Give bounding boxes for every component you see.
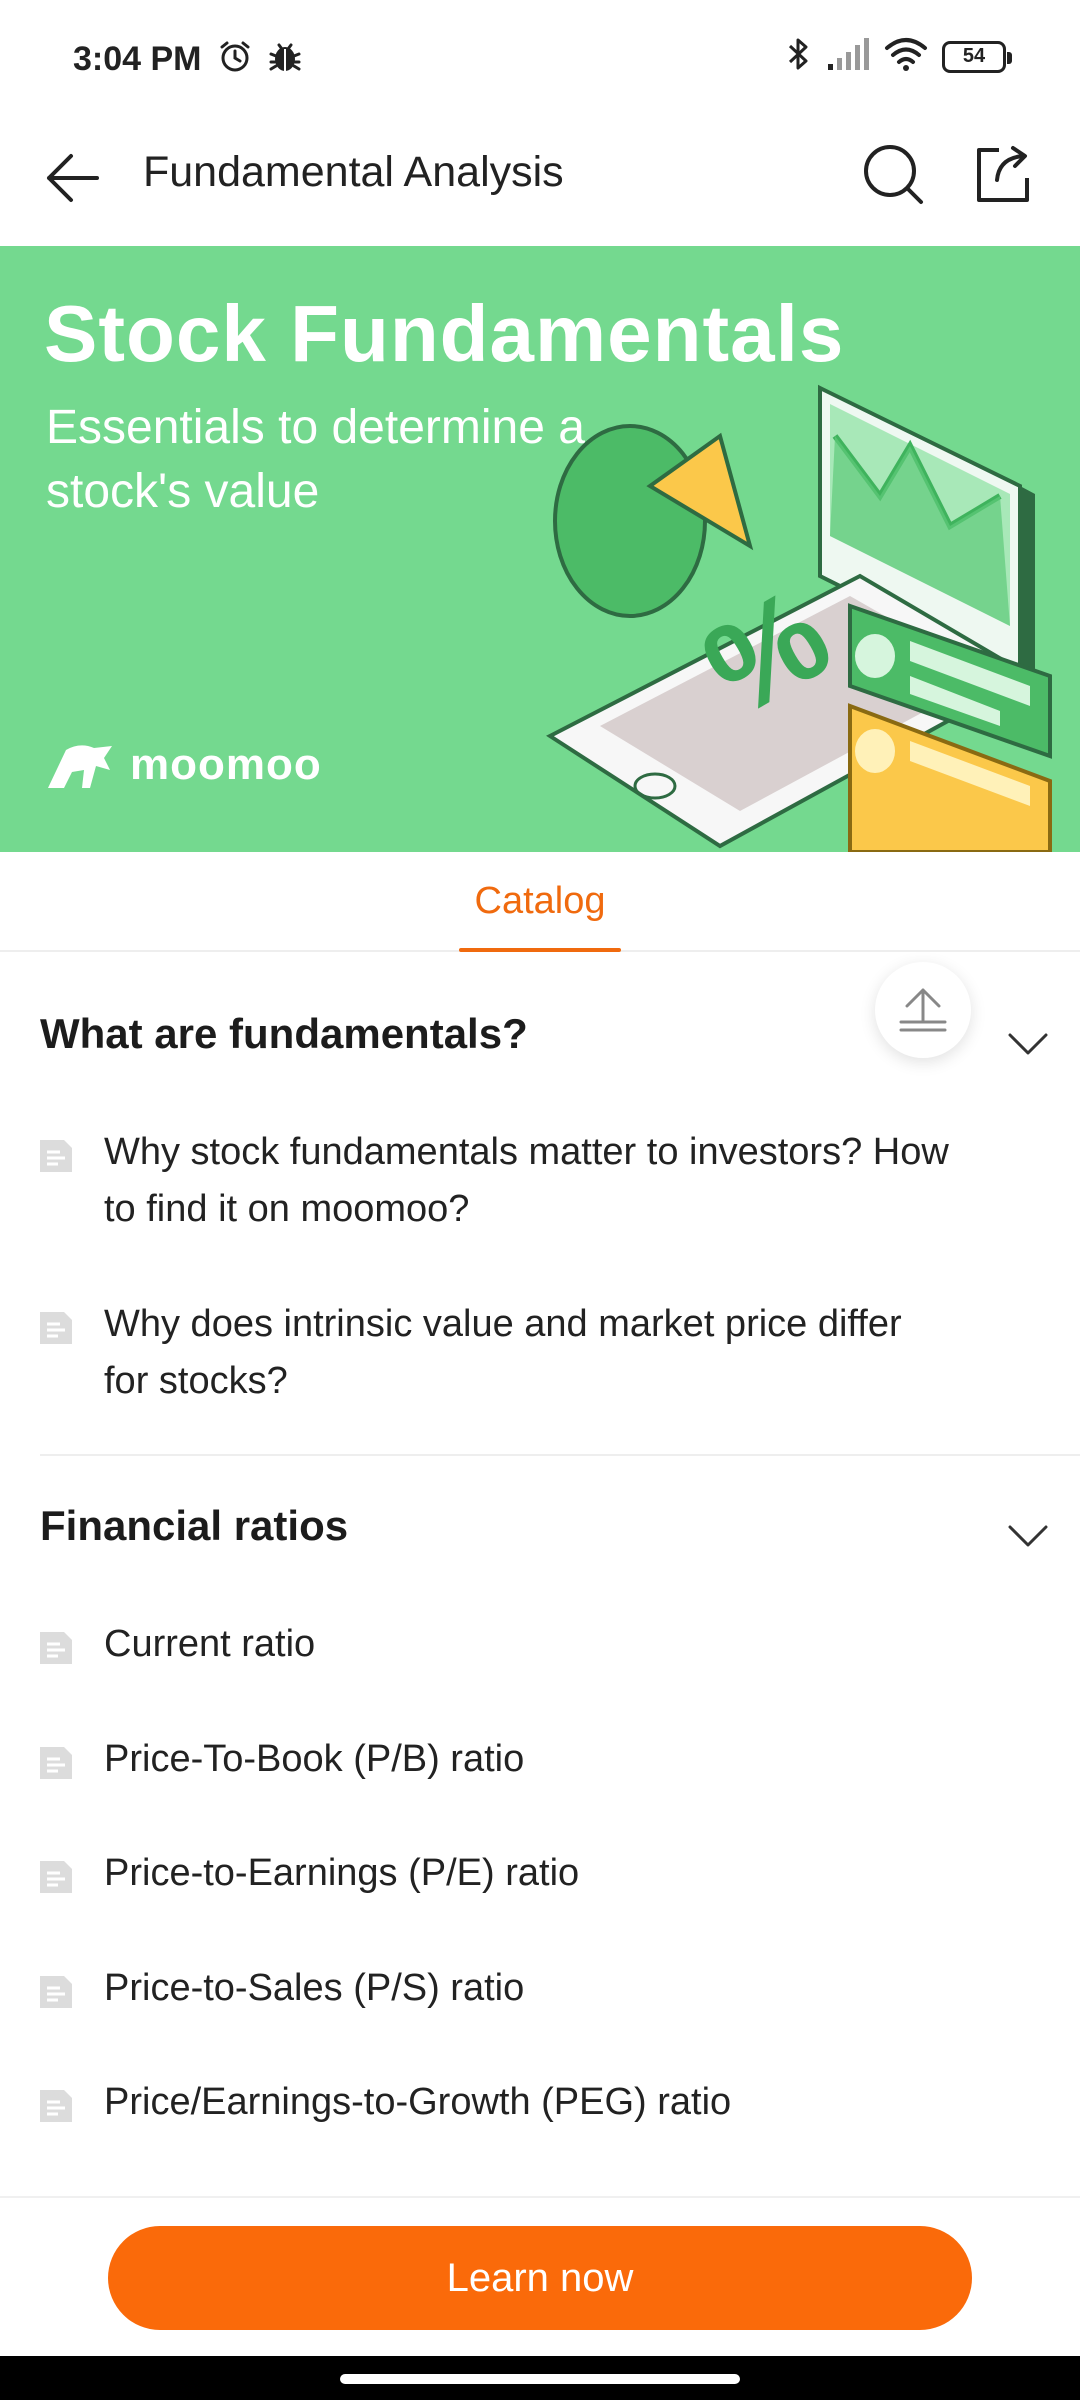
tab-bar: Catalog — [0, 852, 1080, 952]
list-item-label: Current ratio — [104, 1623, 316, 1665]
learn-now-button[interactable]: Learn now — [108, 2226, 972, 2330]
page-title: Fundamental Analysis — [143, 148, 564, 196]
section-toggle-financial-ratios[interactable] — [1000, 1516, 1056, 1556]
home-gesture-handle[interactable] — [340, 2374, 740, 2384]
moomoo-logo: moomoo — [44, 740, 322, 790]
back-arrow-icon — [47, 154, 99, 202]
search-button[interactable] — [858, 134, 928, 214]
alarm-icon — [216, 38, 254, 81]
wifi-icon — [884, 36, 928, 77]
hero-banner: Stock Fundamentals Essentials to determi… — [0, 246, 1080, 852]
section-toggle-what-are-fundamentals[interactable] — [1000, 1024, 1056, 1064]
tab-active-indicator — [459, 948, 621, 952]
bluetooth-icon — [784, 34, 812, 79]
nav-header: Fundamental Analysis — [0, 118, 1080, 246]
moomoo-bull-icon — [48, 745, 112, 788]
status-left-icons — [216, 38, 304, 81]
brand-name: moomoo — [130, 740, 322, 789]
battery-level: 54 — [962, 45, 986, 67]
document-icon — [40, 1632, 72, 1664]
banner-title: Stock Fundamentals — [44, 289, 845, 378]
bug-icon — [266, 38, 304, 81]
list-item-label: Price/Earnings-to-Growth (PEG) ratio — [104, 2081, 732, 2123]
search-icon — [864, 145, 923, 204]
list-item-label: Why stock fundamentals matter to investo… — [104, 1131, 949, 1230]
banner-subtitle: Essentials to determine a stock's value — [46, 401, 585, 518]
back-button[interactable] — [40, 138, 104, 218]
bottom-action-bar: Learn now — [0, 2196, 1080, 2356]
system-navigation-bar — [0, 2356, 1080, 2400]
document-icon — [40, 2090, 72, 2122]
battery-icon: 54 — [942, 40, 1012, 73]
status-bar: 3:04 PM 54 — [0, 0, 1080, 118]
document-icon — [40, 1861, 72, 1893]
list-item-label: Price-To-Book (P/B) ratio — [104, 1738, 525, 1780]
share-icon — [977, 146, 1029, 202]
chevron-down-icon — [1008, 1525, 1048, 1547]
status-right-icons: 54 — [784, 34, 1012, 79]
document-icon — [40, 1140, 72, 1172]
finance-illustration: % — [546, 384, 1052, 852]
section-divider — [40, 1454, 1080, 1456]
tab-catalog-label: Catalog — [474, 880, 606, 922]
list-item-label: Price-to-Sales (P/S) ratio — [104, 1967, 525, 2009]
document-icon — [40, 1976, 72, 2008]
scroll-to-top-button[interactable] — [875, 962, 971, 1058]
list-item-label: Why does intrinsic value and market pric… — [104, 1303, 902, 1402]
share-button[interactable] — [968, 134, 1038, 214]
document-icon — [40, 1312, 72, 1344]
pie-chart-illustration — [553, 424, 754, 618]
section-title-financial-ratios[interactable]: Financial ratios — [40, 1502, 348, 1550]
chevron-down-icon — [1008, 1033, 1048, 1055]
upload-icon — [899, 988, 947, 1032]
section-title-what-are-fundamentals[interactable]: What are fundamentals? — [40, 1010, 528, 1058]
list-item-label: Price-to-Earnings (P/E) ratio — [104, 1852, 580, 1894]
status-time: 3:04 PM — [73, 40, 202, 78]
document-icon — [40, 1747, 72, 1779]
tab-catalog[interactable]: Catalog — [459, 880, 621, 952]
signal-icon — [826, 36, 870, 77]
